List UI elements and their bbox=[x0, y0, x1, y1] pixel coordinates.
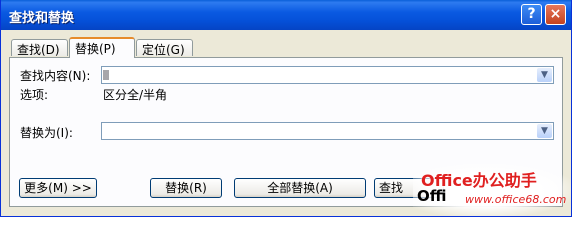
more-button[interactable]: 更多(M) >> bbox=[19, 178, 97, 198]
find-what-label: 查找内容(N): bbox=[20, 69, 91, 83]
find-what-combo[interactable]: ▼ bbox=[101, 66, 554, 84]
replace-with-combo[interactable]: ▼ bbox=[101, 122, 554, 140]
dialog-title: 查找和替换 bbox=[9, 11, 75, 26]
tab-find[interactable]: 查找(D) bbox=[11, 39, 68, 57]
help-button[interactable]: ? bbox=[521, 4, 542, 25]
replace-all-button[interactable]: 全部替换(A) bbox=[234, 178, 366, 198]
replace-with-label: 替换为(I): bbox=[20, 126, 73, 140]
options-label: 选项: bbox=[20, 88, 49, 102]
close-button[interactable]: × bbox=[545, 4, 566, 25]
chevron-down-icon[interactable]: ▼ bbox=[537, 124, 552, 138]
text-cursor bbox=[103, 70, 109, 80]
chevron-down-icon[interactable]: ▼ bbox=[537, 68, 552, 82]
tab-replace[interactable]: 替换(P) bbox=[69, 37, 135, 58]
options-value: 区分全/半角 bbox=[103, 88, 168, 102]
tab-goto[interactable]: 定位(G) bbox=[136, 39, 193, 57]
title-bar[interactable]: 查找和替换 ? × bbox=[1, 0, 571, 30]
find-next-button[interactable]: 查找 bbox=[374, 178, 444, 198]
replace-button[interactable]: 替换(R) bbox=[150, 178, 222, 198]
find-replace-dialog: 查找和替换 ? × 查找(D) 替换(P) 定位(G) 查找内容(N): ▼ 选… bbox=[0, 0, 572, 217]
